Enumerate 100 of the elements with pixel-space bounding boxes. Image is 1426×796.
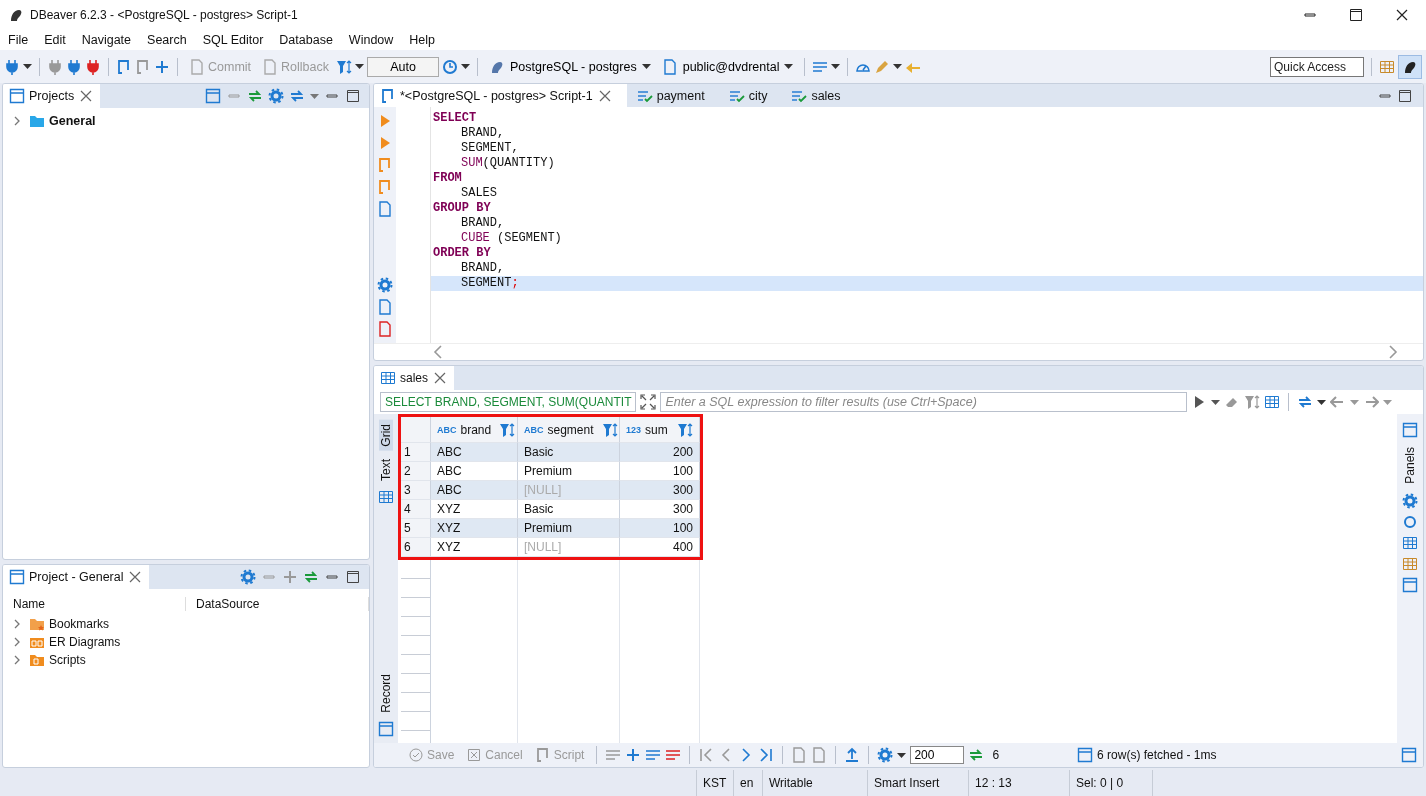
settings-icon[interactable]	[240, 569, 256, 585]
document-icon[interactable]	[791, 747, 808, 763]
table-cell: ABC	[431, 481, 518, 500]
menu-item[interactable]: Edit	[36, 33, 74, 47]
menu-item[interactable]: Window	[340, 33, 402, 47]
settings-icon[interactable]	[377, 277, 393, 293]
row-number: 2	[401, 462, 431, 481]
editor-tab[interactable]: *<PostgreSQL - postgres> Script-1	[374, 84, 627, 107]
panel-tab[interactable]: Project - General	[3, 565, 150, 589]
column-header[interactable]: Name	[3, 597, 186, 611]
first-icon[interactable]	[698, 747, 715, 763]
caret-icon	[784, 64, 794, 69]
panel-tab[interactable]: Projects	[3, 84, 101, 108]
caret-icon[interactable]	[897, 752, 907, 758]
table-cell: 300	[620, 481, 700, 500]
panel-icon[interactable]	[1402, 576, 1418, 593]
caret-icon[interactable]	[355, 64, 364, 69]
grid-icon[interactable]	[378, 488, 394, 505]
sort-filter-icon[interactable]	[677, 421, 693, 438]
cancel-icon	[466, 747, 483, 763]
tree-item[interactable]: General	[3, 112, 369, 130]
maximize-icon[interactable]	[345, 88, 361, 104]
menu-item[interactable]: Database	[271, 33, 341, 47]
table-cell: 100	[620, 519, 700, 538]
bookmark-folder-icon	[29, 616, 45, 632]
panels-icon[interactable]	[1402, 422, 1418, 438]
code-line: FROM	[432, 171, 463, 186]
tree-item[interactable]: Scripts	[3, 651, 369, 669]
menu-item[interactable]: Navigate	[73, 33, 140, 47]
document-icon[interactable]	[811, 747, 828, 763]
quick-access-field[interactable]: Quick Access	[1270, 56, 1364, 77]
results-tab[interactable]: sales	[374, 366, 454, 390]
settings-icon[interactable]	[877, 747, 894, 763]
view-tab[interactable]: Record	[379, 670, 393, 717]
menu-item[interactable]: File	[0, 33, 37, 47]
row-number: 5	[401, 519, 431, 538]
history-icon[interactable]	[442, 58, 458, 75]
table-cell: 400	[620, 538, 700, 557]
menu-item[interactable]: SQL Editor	[194, 33, 272, 47]
menu-item[interactable]: Help	[401, 33, 444, 47]
settings-icon[interactable]	[268, 88, 284, 104]
editor-tab[interactable]: payment	[630, 84, 719, 107]
caret-icon[interactable]	[893, 64, 903, 69]
column-header[interactable]: DataSource	[186, 597, 369, 611]
auto-commit-button[interactable]: Auto	[367, 56, 439, 77]
filter-icon[interactable]	[1244, 394, 1260, 410]
tree-item[interactable]: ER Diagrams	[3, 633, 369, 651]
code-line: SUM(QUANTITY)	[460, 156, 556, 171]
close-icon[interactable]	[1394, 7, 1410, 23]
maximize-icon[interactable]	[345, 569, 361, 585]
caret-icon[interactable]	[461, 64, 470, 69]
caret-icon[interactable]	[831, 64, 841, 69]
row-number: 4	[401, 500, 431, 519]
plug-icon[interactable]	[47, 58, 63, 75]
status-field: 12 : 13	[968, 770, 1069, 796]
disconnect-icon[interactable]	[85, 58, 101, 75]
check-icon	[408, 747, 424, 763]
schema-selector[interactable]: public@dvdrental	[657, 58, 798, 75]
status-field: Smart Insert	[867, 770, 968, 796]
fetch-size-field[interactable]: 200	[910, 746, 965, 764]
close-icon	[432, 370, 448, 386]
panels-tab[interactable]: Panels	[1403, 443, 1417, 488]
grid-icon[interactable]	[1402, 534, 1418, 551]
view-tab[interactable]: Text	[379, 454, 393, 485]
table-cell: XYZ	[431, 538, 518, 557]
editor-tab[interactable]: city	[722, 84, 782, 107]
add-row-icon[interactable]	[625, 747, 642, 763]
tree-item[interactable]: Bookmarks	[3, 615, 369, 633]
layout-icon[interactable]	[1401, 747, 1417, 763]
view-menu-icon[interactable]	[310, 93, 319, 99]
editor-tab[interactable]: sales	[785, 84, 855, 107]
maximize-icon[interactable]	[1397, 87, 1413, 104]
sort-filter-icon[interactable]	[601, 421, 618, 438]
new-script-icon[interactable]	[154, 58, 170, 75]
caret-icon[interactable]	[1317, 399, 1326, 405]
document-icon[interactable]	[377, 321, 393, 337]
table-cell: [NULL]	[518, 481, 620, 500]
connection-selector[interactable]: PostgreSQL - postgres	[485, 58, 655, 75]
add-icon[interactable]	[282, 569, 298, 585]
circle-icon[interactable]	[1402, 513, 1418, 530]
dbeaver-perspective-button[interactable]	[1398, 54, 1422, 79]
script-icon[interactable]	[116, 58, 132, 75]
caret-icon[interactable]	[1211, 399, 1220, 405]
reconnect-icon[interactable]	[66, 58, 82, 75]
last-icon[interactable]	[758, 747, 775, 763]
script-icon[interactable]	[135, 58, 151, 75]
row-count: 6	[992, 748, 1000, 762]
new-connection-icon[interactable]	[4, 58, 20, 75]
app-logo-icon	[8, 7, 24, 23]
sort-filter-icon[interactable]	[499, 421, 516, 438]
caret-icon[interactable]	[23, 64, 32, 69]
table-cell: Premium	[518, 519, 620, 538]
maximize-icon[interactable]	[1348, 7, 1364, 23]
code-line: BRAND,	[460, 261, 506, 276]
expand-icon[interactable]	[640, 394, 657, 410]
forward-icon[interactable]	[1363, 394, 1379, 410]
view-tab[interactable]: Grid	[379, 420, 393, 451]
menu-item[interactable]: Search	[139, 33, 195, 47]
filter-input-field[interactable]: Enter a SQL expression to filter results (use Ctrl+Space)	[660, 392, 1187, 412]
code-line: SALES	[460, 186, 498, 201]
